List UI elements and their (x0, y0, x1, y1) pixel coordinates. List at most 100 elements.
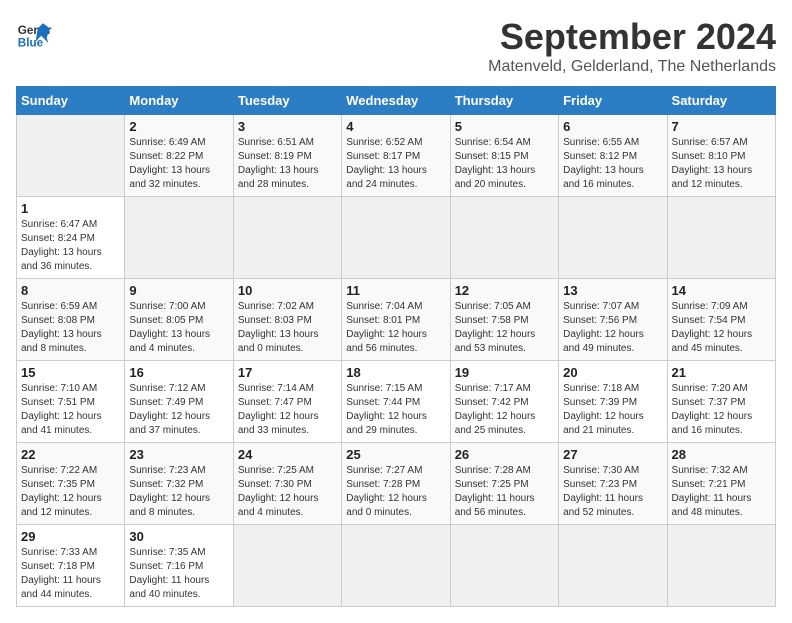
day-number: 18 (346, 365, 445, 380)
day-number: 13 (563, 283, 662, 298)
day-info: Sunrise: 7:12 AM Sunset: 7:49 PM Dayligh… (129, 382, 228, 438)
day-number: 17 (238, 365, 337, 380)
calendar-cell: 24 Sunrise: 7:25 AM Sunset: 7:30 PM Dayli… (233, 443, 341, 525)
calendar-cell: 20 Sunrise: 7:18 AM Sunset: 7:39 PM Dayli… (559, 361, 667, 443)
day-number: 12 (455, 283, 554, 298)
calendar-cell: 18 Sunrise: 7:15 AM Sunset: 7:44 PM Dayli… (342, 361, 450, 443)
day-number: 26 (455, 447, 554, 462)
day-number: 24 (238, 447, 337, 462)
col-header-monday: Monday (125, 87, 233, 115)
calendar-cell: 21 Sunrise: 7:20 AM Sunset: 7:37 PM Dayli… (667, 361, 775, 443)
day-info: Sunrise: 7:25 AM Sunset: 7:30 PM Dayligh… (238, 464, 337, 520)
day-info: Sunrise: 7:15 AM Sunset: 7:44 PM Dayligh… (346, 382, 445, 438)
day-number: 11 (346, 283, 445, 298)
day-info: Sunrise: 7:09 AM Sunset: 7:54 PM Dayligh… (672, 300, 771, 356)
calendar-cell: 14 Sunrise: 7:09 AM Sunset: 7:54 PM Dayli… (667, 279, 775, 361)
calendar-cell: 16 Sunrise: 7:12 AM Sunset: 7:49 PM Dayli… (125, 361, 233, 443)
day-number: 21 (672, 365, 771, 380)
calendar-cell (233, 197, 341, 279)
day-number: 7 (672, 119, 771, 134)
day-info: Sunrise: 6:54 AM Sunset: 8:15 PM Dayligh… (455, 136, 554, 192)
day-number: 30 (129, 529, 228, 544)
calendar-cell: 6Sunrise: 6:55 AM Sunset: 8:12 PM Daylig… (559, 115, 667, 197)
day-info: Sunrise: 7:04 AM Sunset: 8:01 PM Dayligh… (346, 300, 445, 356)
day-info: Sunrise: 6:57 AM Sunset: 8:10 PM Dayligh… (672, 136, 771, 192)
day-info: Sunrise: 7:23 AM Sunset: 7:32 PM Dayligh… (129, 464, 228, 520)
day-number: 4 (346, 119, 445, 134)
day-number: 28 (672, 447, 771, 462)
calendar-cell (667, 525, 775, 607)
day-info: Sunrise: 6:49 AM Sunset: 8:22 PM Dayligh… (129, 136, 228, 192)
day-info: Sunrise: 6:47 AM Sunset: 8:24 PM Dayligh… (21, 218, 120, 274)
day-number: 10 (238, 283, 337, 298)
day-info: Sunrise: 6:59 AM Sunset: 8:08 PM Dayligh… (21, 300, 120, 356)
day-info: Sunrise: 7:27 AM Sunset: 7:28 PM Dayligh… (346, 464, 445, 520)
day-number: 14 (672, 283, 771, 298)
month-title: September 2024 (488, 16, 776, 58)
calendar-cell: 22Sunrise: 7:22 AM Sunset: 7:35 PM Dayli… (17, 443, 125, 525)
calendar-cell: 29 Sunrise: 7:33 AM Sunset: 7:18 PM Dayli… (17, 525, 125, 607)
calendar-cell: 2 Sunrise: 6:49 AM Sunset: 8:22 PM Daylig… (125, 115, 233, 197)
day-info: Sunrise: 7:20 AM Sunset: 7:37 PM Dayligh… (672, 382, 771, 438)
calendar-cell: 30 Sunrise: 7:35 AM Sunset: 7:16 PM Dayli… (125, 525, 233, 607)
col-header-thursday: Thursday (450, 87, 558, 115)
calendar-cell (667, 197, 775, 279)
calendar-cell: 25Sunrise: 7:27 AM Sunset: 7:28 PM Dayli… (342, 443, 450, 525)
col-header-saturday: Saturday (667, 87, 775, 115)
calendar-cell (559, 525, 667, 607)
logo: General Blue (16, 16, 52, 52)
day-number: 27 (563, 447, 662, 462)
col-header-wednesday: Wednesday (342, 87, 450, 115)
calendar-cell: 27 Sunrise: 7:30 AM Sunset: 7:23 PM Dayli… (559, 443, 667, 525)
calendar-cell: 4Sunrise: 6:52 AM Sunset: 8:17 PM Daylig… (342, 115, 450, 197)
day-info: Sunrise: 7:02 AM Sunset: 8:03 PM Dayligh… (238, 300, 337, 356)
calendar-cell: 28Sunrise: 7:32 AM Sunset: 7:21 PM Dayli… (667, 443, 775, 525)
calendar-cell: 9 Sunrise: 7:00 AM Sunset: 8:05 PM Daylig… (125, 279, 233, 361)
day-number: 6 (563, 119, 662, 134)
day-info: Sunrise: 7:33 AM Sunset: 7:18 PM Dayligh… (21, 546, 120, 602)
day-info: Sunrise: 7:35 AM Sunset: 7:16 PM Dayligh… (129, 546, 228, 602)
calendar-cell: 7 Sunrise: 6:57 AM Sunset: 8:10 PM Daylig… (667, 115, 775, 197)
day-number: 2 (129, 119, 228, 134)
day-info: Sunrise: 7:17 AM Sunset: 7:42 PM Dayligh… (455, 382, 554, 438)
page-header: General Blue September 2024 Matenveld, G… (16, 16, 776, 76)
calendar-cell (450, 197, 558, 279)
calendar-cell (125, 197, 233, 279)
location: Matenveld, Gelderland, The Netherlands (488, 58, 776, 76)
calendar-cell: 12 Sunrise: 7:05 AM Sunset: 7:58 PM Dayli… (450, 279, 558, 361)
day-number: 1 (21, 201, 120, 216)
calendar-cell: 1 Sunrise: 6:47 AM Sunset: 8:24 PM Daylig… (17, 197, 125, 279)
calendar-cell: 15Sunrise: 7:10 AM Sunset: 7:51 PM Dayli… (17, 361, 125, 443)
calendar-cell: 8Sunrise: 6:59 AM Sunset: 8:08 PM Daylig… (17, 279, 125, 361)
day-info: Sunrise: 7:28 AM Sunset: 7:25 PM Dayligh… (455, 464, 554, 520)
calendar-cell: 10 Sunrise: 7:02 AM Sunset: 8:03 PM Dayli… (233, 279, 341, 361)
calendar-cell: 13 Sunrise: 7:07 AM Sunset: 7:56 PM Dayli… (559, 279, 667, 361)
day-info: Sunrise: 6:51 AM Sunset: 8:19 PM Dayligh… (238, 136, 337, 192)
day-number: 3 (238, 119, 337, 134)
calendar-cell: 3 Sunrise: 6:51 AM Sunset: 8:19 PM Daylig… (233, 115, 341, 197)
logo-icon: General Blue (16, 16, 52, 52)
calendar-cell (450, 525, 558, 607)
day-number: 23 (129, 447, 228, 462)
day-info: Sunrise: 7:30 AM Sunset: 7:23 PM Dayligh… (563, 464, 662, 520)
calendar-table: SundayMondayTuesdayWednesdayThursdayFrid… (16, 86, 776, 607)
day-info: Sunrise: 7:07 AM Sunset: 7:56 PM Dayligh… (563, 300, 662, 356)
calendar-cell: 26 Sunrise: 7:28 AM Sunset: 7:25 PM Dayli… (450, 443, 558, 525)
day-number: 15 (21, 365, 120, 380)
day-info: Sunrise: 7:00 AM Sunset: 8:05 PM Dayligh… (129, 300, 228, 356)
col-header-friday: Friday (559, 87, 667, 115)
svg-text:Blue: Blue (18, 37, 44, 50)
day-number: 16 (129, 365, 228, 380)
day-info: Sunrise: 7:14 AM Sunset: 7:47 PM Dayligh… (238, 382, 337, 438)
day-info: Sunrise: 7:05 AM Sunset: 7:58 PM Dayligh… (455, 300, 554, 356)
col-header-tuesday: Tuesday (233, 87, 341, 115)
calendar-cell: 23 Sunrise: 7:23 AM Sunset: 7:32 PM Dayli… (125, 443, 233, 525)
day-number: 20 (563, 365, 662, 380)
day-number: 29 (21, 529, 120, 544)
day-number: 5 (455, 119, 554, 134)
calendar-cell (17, 115, 125, 197)
day-number: 9 (129, 283, 228, 298)
day-info: Sunrise: 7:22 AM Sunset: 7:35 PM Dayligh… (21, 464, 120, 520)
day-info: Sunrise: 7:18 AM Sunset: 7:39 PM Dayligh… (563, 382, 662, 438)
calendar-cell: 5 Sunrise: 6:54 AM Sunset: 8:15 PM Daylig… (450, 115, 558, 197)
